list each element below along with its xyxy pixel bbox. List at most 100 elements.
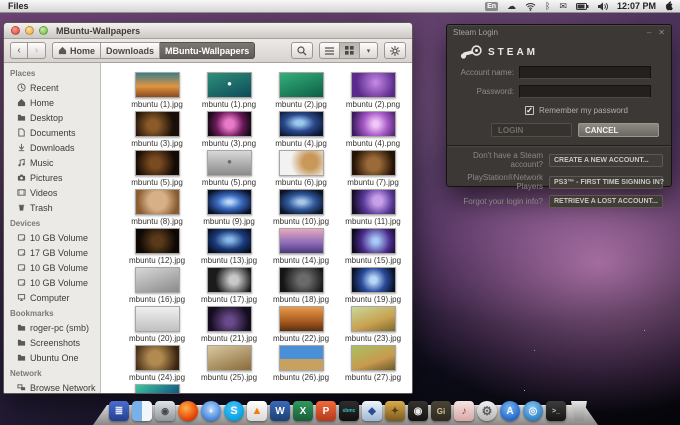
terminal-icon[interactable]: >_ (546, 401, 566, 421)
login-button[interactable]: LOGIN (491, 123, 572, 137)
mail-icon[interactable]: ✉ (559, 2, 567, 11)
file-item[interactable]: mbuntu (7).jpg (337, 150, 409, 189)
sidebar-item-ubuntu-one[interactable]: Ubuntu One (4, 350, 100, 365)
file-thumbnail[interactable] (279, 345, 324, 371)
file-thumbnail[interactable] (279, 150, 324, 176)
file-item[interactable]: mbuntu (4).jpg (265, 111, 337, 150)
file-item[interactable]: mbuntu (10).jpg (265, 189, 337, 228)
file-thumbnail[interactable] (207, 72, 252, 98)
list-view-button[interactable] (319, 42, 340, 59)
file-thumbnail[interactable] (207, 111, 252, 137)
file-thumbnail[interactable] (135, 384, 180, 394)
media-players-icon[interactable]: ♪ (454, 401, 474, 421)
chromium-icon[interactable]: ● (201, 401, 221, 421)
keyboard-layout-indicator[interactable]: En (485, 2, 498, 11)
file-item[interactable]: mbuntu (8).jpg (121, 189, 193, 228)
breadcrumb-home[interactable]: Home (52, 42, 101, 59)
firefox-icon[interactable] (178, 401, 198, 421)
file-thumbnail[interactable] (135, 267, 180, 293)
steam-titlebar[interactable]: Steam Login – ✕ (447, 25, 671, 39)
file-item[interactable]: mbuntu (20).jpg (121, 306, 193, 345)
file-item[interactable]: mbuntu (13).jpg (193, 228, 265, 267)
file-item[interactable]: mbuntu (5).png (193, 150, 265, 189)
skype-icon[interactable]: S (224, 401, 244, 421)
xbmc-icon[interactable]: xbmc (339, 401, 359, 421)
retrieve-account-button[interactable]: RETRIEVE A LOST ACCOUNT... (549, 195, 663, 208)
file-thumbnail[interactable] (279, 189, 324, 215)
file-thumbnail[interactable] (207, 189, 252, 215)
sidebar-item-trash[interactable]: Trash (4, 200, 100, 215)
zoom-chevron-button[interactable]: ▾ (360, 42, 378, 59)
file-item[interactable]: mbuntu (18).jpg (265, 267, 337, 306)
spreadsheet-x-icon[interactable]: X (293, 401, 313, 421)
file-item[interactable]: mbuntu (6).jpg (265, 150, 337, 189)
file-item[interactable]: mbuntu (12).jpg (121, 228, 193, 267)
psn-signin-button[interactable]: PS3™ - FIRST TIME SIGNING IN? (549, 176, 663, 189)
file-thumbnail[interactable] (351, 72, 396, 98)
sidebar-item-browse-network[interactable]: Browse Network (4, 380, 100, 393)
virtualbox-icon[interactable]: ◆ (362, 401, 382, 421)
steam-dock-icon[interactable]: ◉ (408, 401, 428, 421)
remember-password-checkbox[interactable]: ✓ (525, 106, 534, 115)
vlc-icon[interactable]: ▲ (247, 401, 267, 421)
file-thumbnail[interactable] (351, 189, 396, 215)
file-item[interactable]: mbuntu (16).jpg (121, 267, 193, 306)
menu-gear-button[interactable] (384, 42, 406, 59)
launcher-icon[interactable]: ≣ (109, 401, 129, 421)
file-thumbnail[interactable] (207, 267, 252, 293)
sidebar-item-music[interactable]: Music (4, 155, 100, 170)
password-input[interactable] (519, 85, 651, 98)
file-thumbnail[interactable] (207, 306, 252, 332)
file-item[interactable]: mbuntu (1).png (193, 72, 265, 111)
sidebar-item-desktop[interactable]: Desktop (4, 110, 100, 125)
file-thumbnail[interactable] (351, 150, 396, 176)
account-name-input[interactable] (519, 66, 651, 79)
sidebar-item-documents[interactable]: Documents (4, 125, 100, 140)
file-item[interactable]: mbuntu (9).jpg (193, 189, 265, 228)
file-item[interactable]: mbuntu (5).jpg (121, 150, 193, 189)
steam-close-button[interactable]: ✕ (658, 28, 665, 37)
sidebar-item-screenshots[interactable]: Screenshots (4, 335, 100, 350)
file-thumbnail[interactable] (207, 150, 252, 176)
file-item[interactable]: mbuntu (3).png (193, 111, 265, 150)
file-item[interactable]: mbuntu (25).jpg (193, 345, 265, 384)
file-thumbnail[interactable] (135, 150, 180, 176)
steam-minimize-button[interactable]: – (647, 28, 651, 37)
file-item[interactable]: mbuntu (28).jpg (121, 384, 193, 394)
trash-bucket-icon[interactable] (569, 401, 589, 421)
screenshot-icon[interactable]: ◉ (155, 401, 175, 421)
file-item[interactable]: mbuntu (19).jpg (337, 267, 409, 306)
breadcrumb-downloads[interactable]: Downloads (101, 42, 160, 59)
sidebar-item-roger-pc-smb-[interactable]: roger-pc (smb) (4, 320, 100, 335)
file-item[interactable]: mbuntu (11).jpg (337, 189, 409, 228)
file-thumbnail[interactable] (279, 267, 324, 293)
sidebar-item-computer[interactable]: Computer (4, 290, 100, 305)
file-thumbnail[interactable] (135, 72, 180, 98)
file-thumbnail[interactable] (351, 228, 396, 254)
file-item[interactable]: mbuntu (23).jpg (337, 306, 409, 345)
file-item[interactable]: mbuntu (22).jpg (265, 306, 337, 345)
file-thumbnail[interactable] (351, 111, 396, 137)
back-button[interactable]: ‹ (10, 42, 28, 59)
file-item[interactable]: mbuntu (15).jpg (337, 228, 409, 267)
file-thumbnail[interactable] (135, 189, 180, 215)
file-thumbnail[interactable] (207, 345, 252, 371)
battery-icon[interactable] (576, 3, 589, 10)
wifi-icon[interactable] (525, 2, 536, 11)
forward-button[interactable]: › (28, 42, 46, 59)
cancel-button[interactable]: CANCEL (578, 123, 659, 137)
window-minimize-button[interactable] (25, 26, 34, 35)
file-thumbnail[interactable] (135, 228, 180, 254)
volume-icon[interactable] (598, 2, 608, 11)
presentation-p-icon[interactable]: P (316, 401, 336, 421)
file-thumbnail[interactable] (135, 345, 180, 371)
search-button[interactable] (291, 42, 313, 59)
window-close-button[interactable] (11, 26, 20, 35)
sidebar-item-pictures[interactable]: Pictures (4, 170, 100, 185)
file-item[interactable]: mbuntu (2).jpg (265, 72, 337, 111)
sidebar-item-10-gb-volume[interactable]: 10 GB Volume (4, 260, 100, 275)
file-item[interactable]: mbuntu (3).jpg (121, 111, 193, 150)
sidebar-item-10-gb-volume[interactable]: 10 GB Volume (4, 275, 100, 290)
gold-emblem-app-icon[interactable]: ✦ (385, 401, 405, 421)
gimp-gi-icon[interactable]: Gi (431, 401, 451, 421)
